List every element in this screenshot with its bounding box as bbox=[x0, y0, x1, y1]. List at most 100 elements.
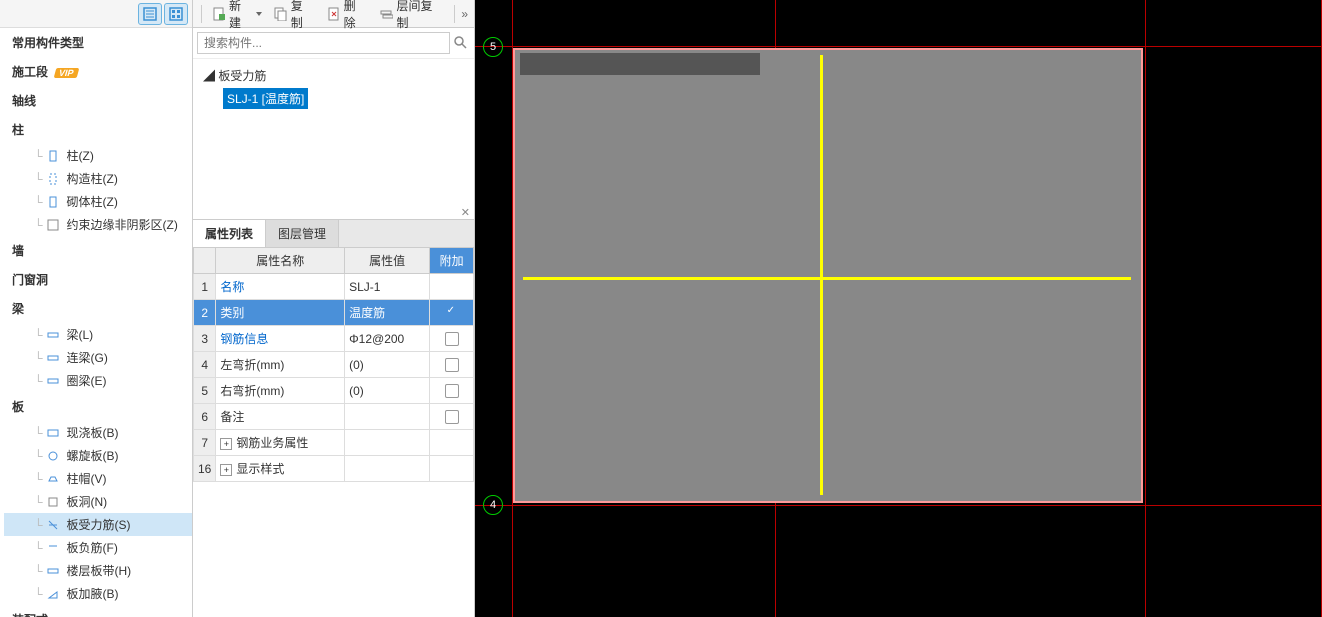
prop-name[interactable]: 右弯折(mm) bbox=[216, 378, 345, 404]
tree-item-slab6[interactable]: └楼层板带(H) bbox=[4, 559, 192, 582]
prop-name[interactable]: +显示样式 bbox=[216, 456, 345, 482]
prop-attach[interactable] bbox=[430, 456, 474, 482]
tree-item-column2[interactable]: └砌体柱(Z) bbox=[4, 190, 192, 213]
section-door[interactable]: 门窗洞 bbox=[4, 265, 192, 294]
dropdown-caret-icon bbox=[256, 12, 262, 16]
checkbox[interactable] bbox=[445, 306, 459, 320]
tree-item-beam2[interactable]: └圈梁(E) bbox=[4, 369, 192, 392]
prop-value[interactable]: Φ12@200 bbox=[345, 326, 430, 352]
tree-item-beam1[interactable]: └连梁(G) bbox=[4, 346, 192, 369]
property-row[interactable]: 5右弯折(mm)(0) bbox=[194, 378, 474, 404]
prop-attach[interactable] bbox=[430, 300, 474, 326]
list-view-icon[interactable] bbox=[138, 3, 162, 25]
header-name: 属性名称 bbox=[216, 248, 345, 274]
prop-name[interactable]: +钢筋业务属性 bbox=[216, 430, 345, 456]
tree-item-slab0[interactable]: └现浇板(B) bbox=[4, 421, 192, 444]
prop-value[interactable]: 温度筋 bbox=[345, 300, 430, 326]
search-input[interactable] bbox=[197, 32, 450, 54]
zone-icon bbox=[45, 218, 61, 232]
property-tabs: 属性列表 图层管理 bbox=[193, 219, 474, 247]
section-column[interactable]: 柱 bbox=[4, 115, 192, 144]
section-common[interactable]: 常用构件类型 bbox=[4, 28, 192, 57]
tab-properties[interactable]: 属性列表 bbox=[193, 220, 266, 247]
prop-value[interactable] bbox=[345, 456, 430, 482]
component-tree: 常用构件类型 施工段 VIP 轴线 柱 └柱(Z) └构造柱(Z) └砌体柱(Z… bbox=[0, 28, 192, 617]
tree-item-slab5[interactable]: └板负筋(F) bbox=[4, 536, 192, 559]
tab-layers[interactable]: 图层管理 bbox=[266, 220, 339, 247]
tree-item-beam0[interactable]: └梁(L) bbox=[4, 323, 192, 346]
prop-attach[interactable] bbox=[430, 378, 474, 404]
tree-item-slab4[interactable]: └板受力筋(S) bbox=[4, 513, 192, 536]
beam-icon bbox=[45, 351, 61, 365]
section-beam[interactable]: 梁 bbox=[4, 294, 192, 323]
middle-panel: 新建 复制 删除 层间复制 » ◢ 板受力筋 SLJ-1 [温度筋] bbox=[193, 0, 475, 617]
prop-value[interactable]: (0) bbox=[345, 378, 430, 404]
prop-value[interactable] bbox=[345, 430, 430, 456]
row-number: 2 bbox=[194, 300, 216, 326]
slab-element[interactable] bbox=[513, 48, 1143, 503]
close-icon[interactable]: ✕ bbox=[193, 206, 474, 219]
section-construction[interactable]: 施工段 VIP bbox=[4, 57, 192, 86]
property-row[interactable]: 1名称SLJ-1 bbox=[194, 274, 474, 300]
search-icon[interactable] bbox=[450, 35, 470, 52]
section-slab[interactable]: 板 bbox=[4, 392, 192, 421]
property-row[interactable]: 6备注 bbox=[194, 404, 474, 430]
checkbox[interactable] bbox=[445, 410, 459, 424]
tree-item-slab2[interactable]: └柱帽(V) bbox=[4, 467, 192, 490]
tree-item-slab3[interactable]: └板洞(N) bbox=[4, 490, 192, 513]
property-row[interactable]: 16+显示样式 bbox=[194, 456, 474, 482]
expand-icon[interactable]: + bbox=[220, 464, 232, 476]
section-wall[interactable]: 墙 bbox=[4, 236, 192, 265]
beam-icon bbox=[45, 328, 61, 342]
highlight-region bbox=[520, 53, 760, 75]
prop-name[interactable]: 名称 bbox=[216, 274, 345, 300]
tree-root[interactable]: ◢ 板受力筋 bbox=[199, 65, 468, 86]
prop-value[interactable]: SLJ-1 bbox=[345, 274, 430, 300]
prop-name[interactable]: 备注 bbox=[216, 404, 345, 430]
hole-icon bbox=[45, 495, 61, 509]
axis-marker-5[interactable]: 5 bbox=[483, 37, 503, 57]
haunch-icon bbox=[45, 587, 61, 601]
prop-value[interactable]: (0) bbox=[345, 352, 430, 378]
prop-name[interactable]: 类别 bbox=[216, 300, 345, 326]
property-row[interactable]: 7+钢筋业务属性 bbox=[194, 430, 474, 456]
prop-name[interactable]: 左弯折(mm) bbox=[216, 352, 345, 378]
property-row[interactable]: 3钢筋信息Φ12@200 bbox=[194, 326, 474, 352]
checkbox[interactable] bbox=[445, 332, 459, 346]
expand-icon[interactable]: + bbox=[220, 438, 232, 450]
prop-name[interactable]: 钢筋信息 bbox=[216, 326, 345, 352]
tree-item-slab7[interactable]: └板加腋(B) bbox=[4, 582, 192, 605]
search-row bbox=[193, 28, 474, 59]
left-panel: 常用构件类型 施工段 VIP 轴线 柱 └柱(Z) └构造柱(Z) └砌体柱(Z… bbox=[0, 0, 193, 617]
panel-header bbox=[0, 0, 192, 28]
axis-marker-4[interactable]: 4 bbox=[483, 495, 503, 515]
header-attach: 附加 bbox=[430, 248, 474, 274]
checkbox[interactable] bbox=[445, 358, 459, 372]
prop-attach[interactable] bbox=[430, 352, 474, 378]
section-axis[interactable]: 轴线 bbox=[4, 86, 192, 115]
section-prefab[interactable]: 装配式 bbox=[4, 605, 192, 617]
tree-item-column0[interactable]: └柱(Z) bbox=[4, 144, 192, 167]
prop-attach[interactable] bbox=[430, 404, 474, 430]
tree-item-column1[interactable]: └构造柱(Z) bbox=[4, 167, 192, 190]
prop-attach[interactable] bbox=[430, 326, 474, 352]
grid-view-icon[interactable] bbox=[164, 3, 188, 25]
property-row[interactable]: 4左弯折(mm)(0) bbox=[194, 352, 474, 378]
drawing-canvas[interactable]: 5 4 bbox=[475, 0, 1322, 617]
prop-attach[interactable] bbox=[430, 274, 474, 300]
checkbox[interactable] bbox=[445, 384, 459, 398]
tree-item-column3[interactable]: └约束边缘非阴影区(Z) bbox=[4, 213, 192, 236]
toolbar-overflow-icon[interactable]: » bbox=[461, 7, 468, 21]
mid-toolbar: 新建 复制 删除 层间复制 » bbox=[193, 0, 474, 28]
tree-item-slab1[interactable]: └螺旋板(B) bbox=[4, 444, 192, 467]
prop-attach[interactable] bbox=[430, 430, 474, 456]
collapse-icon[interactable]: ◢ bbox=[203, 69, 215, 83]
property-table: 属性名称 属性值 附加 1名称SLJ-12类别温度筋3钢筋信息Φ12@2004左… bbox=[193, 247, 474, 482]
slab-icon bbox=[45, 426, 61, 440]
column-icon bbox=[45, 195, 61, 209]
tree-child[interactable]: SLJ-1 [温度筋] bbox=[223, 88, 468, 109]
rebar-vertical[interactable] bbox=[820, 55, 823, 495]
rebar-horizontal[interactable] bbox=[523, 277, 1131, 280]
prop-value[interactable] bbox=[345, 404, 430, 430]
property-row[interactable]: 2类别温度筋 bbox=[194, 300, 474, 326]
